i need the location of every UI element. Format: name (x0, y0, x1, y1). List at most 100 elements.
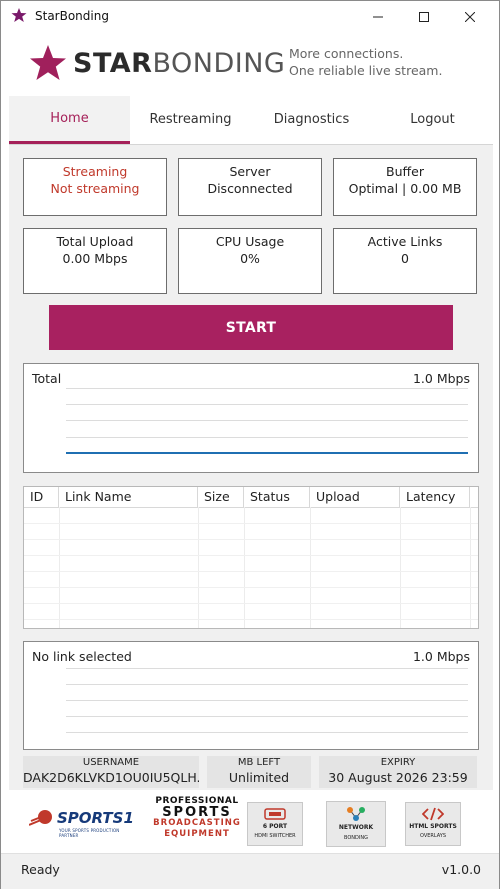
html-sports-badge-sub: OVERLAYS (419, 833, 447, 839)
maximize-button[interactable] (401, 1, 447, 32)
graph-gridline (66, 716, 468, 717)
graph-gridline (66, 684, 468, 685)
hdmi-switcher-badge[interactable]: 6 PORT HDMI SWITCHER (247, 802, 303, 846)
title-bar: StarBonding (1, 1, 499, 32)
hdmi-badge-sub: HDMI SWITCHER (254, 833, 296, 839)
code-icon (422, 807, 444, 821)
total-graph-max: 1.0 Mbps (412, 371, 470, 386)
empty-row-line (24, 571, 478, 572)
sports1-wordmark: SPORTS1 (57, 809, 134, 827)
server-card: Server Disconnected (178, 158, 322, 216)
tab-home[interactable]: Home (9, 96, 130, 144)
empty-row-line (24, 555, 478, 556)
graph-gridline (66, 420, 468, 421)
col-link-name[interactable]: Link Name (59, 487, 198, 507)
total-upload-value: 0.00 Mbps (62, 251, 128, 266)
active-links-card: Active Links 0 (333, 228, 477, 294)
app-star-icon (11, 8, 27, 22)
graph-gridline (66, 700, 468, 701)
network-bonding-badge[interactable]: NETWORK BONDING (326, 801, 386, 847)
expiry-value: 30 August 2026 23:59 (328, 770, 468, 785)
brand-logo: STARBONDING (73, 48, 285, 79)
window-title: StarBonding (35, 9, 109, 23)
username-value: DAK2D6KLVKD1OU0IU5QLH... (23, 770, 199, 785)
partner-logos: SPORTS1 YOUR SPORTS PRODUCTION PARTNER P… (1, 793, 499, 853)
pro-line-3: BROADCASTING (153, 818, 241, 828)
col-latency[interactable]: Latency (400, 487, 470, 507)
close-icon (465, 11, 475, 22)
professional-sports-logo[interactable]: PROFESSIONAL SPORTS BROADCASTING EQUIPME… (153, 796, 241, 852)
expiry-label: EXPIRY (380, 757, 416, 768)
empty-row-line (24, 587, 478, 588)
cpu-usage-card: CPU Usage 0% (178, 228, 322, 294)
network-badge-sub: BONDING (344, 835, 368, 841)
empty-row-line (24, 539, 478, 540)
tagline-line-1: More connections. (289, 46, 404, 61)
empty-row-line (24, 619, 478, 620)
network-badge-title: NETWORK (338, 824, 374, 831)
column-divider (470, 507, 471, 628)
empty-row-line (24, 603, 478, 604)
col-status[interactable]: Status (244, 487, 310, 507)
start-button[interactable]: START (49, 305, 453, 350)
version-text: v1.0.0 (441, 862, 481, 877)
server-value: Disconnected (207, 181, 293, 196)
tagline: More connections. One reliable live stre… (289, 45, 442, 79)
cpu-usage-value: 0% (240, 251, 260, 266)
tab-restreaming[interactable]: Restreaming (130, 96, 251, 143)
streaming-value: Not streaming (50, 181, 140, 196)
col-size[interactable]: Size (198, 487, 244, 507)
mb-left-label: MB LEFT (237, 757, 281, 768)
tagline-line-2: One reliable live stream. (289, 63, 443, 78)
graph-gridline (66, 732, 468, 733)
column-divider (244, 507, 245, 628)
mb-left-value: Unlimited (228, 770, 290, 785)
active-links-label: Active Links (367, 234, 443, 249)
network-nodes-icon (347, 807, 365, 821)
html-sports-badge-title: HTML SPORTS (409, 823, 457, 830)
minimize-button[interactable] (355, 1, 401, 32)
mb-left-box: MB LEFT Unlimited (207, 756, 311, 788)
server-label: Server (229, 164, 271, 179)
total-throughput-line (66, 452, 468, 454)
total-throughput-graph: Total 1.0 Mbps (23, 363, 479, 473)
expiry-box: EXPIRY 30 August 2026 23:59 (319, 756, 477, 788)
link-graph-label: No link selected (32, 649, 132, 664)
graph-gridline (66, 404, 468, 405)
buffer-value: Optimal | 0.00 MB (348, 181, 462, 196)
sports1-tagline: YOUR SPORTS PRODUCTION PARTNER (59, 828, 120, 838)
tab-diagnostics[interactable]: Diagnostics (251, 96, 372, 143)
username-box: USERNAME DAK2D6KLVKD1OU0IU5QLH... (23, 756, 199, 788)
column-divider (198, 507, 199, 628)
col-upload[interactable]: Upload (310, 487, 400, 507)
status-bar: Ready v1.0.0 (1, 853, 499, 889)
streaming-card: Streaming Not streaming (23, 158, 167, 216)
link-throughput-graph: No link selected 1.0 Mbps (23, 641, 479, 750)
username-label: USERNAME (82, 757, 140, 768)
sports1-ball-icon (29, 810, 52, 826)
maximize-icon (419, 11, 429, 22)
brand-light: BONDING (152, 48, 286, 79)
cpu-usage-label: CPU Usage (215, 234, 285, 249)
streaming-label: Streaming (62, 164, 128, 179)
status-text: Ready (21, 862, 60, 877)
link-graph-max: 1.0 Mbps (412, 649, 470, 664)
hdmi-port-icon (264, 808, 286, 820)
total-upload-card: Total Upload 0.00 Mbps (23, 228, 167, 294)
sports1-logo[interactable]: SPORTS1 YOUR SPORTS PRODUCTION PARTNER (29, 805, 137, 841)
minimize-icon (373, 16, 383, 17)
app-window: StarBonding STARBONDING More connections… (0, 0, 500, 889)
links-table[interactable]: ID Link Name Size Status Upload Latency (23, 486, 479, 629)
hdmi-badge-title: 6 PORT (262, 823, 288, 830)
brand-bold: STAR (73, 48, 153, 79)
html-sports-overlays-badge[interactable]: HTML SPORTS OVERLAYS (405, 802, 461, 846)
column-divider (310, 507, 311, 628)
close-button[interactable] (447, 1, 493, 32)
active-links-value: 0 (401, 251, 409, 266)
pro-line-2: SPORTS (162, 805, 232, 820)
col-id[interactable]: ID (24, 487, 59, 507)
buffer-label: Buffer (386, 164, 424, 179)
tab-logout[interactable]: Logout (372, 96, 493, 143)
tab-bar: Home Restreaming Diagnostics Logout (9, 96, 493, 144)
graph-gridline (66, 388, 468, 389)
